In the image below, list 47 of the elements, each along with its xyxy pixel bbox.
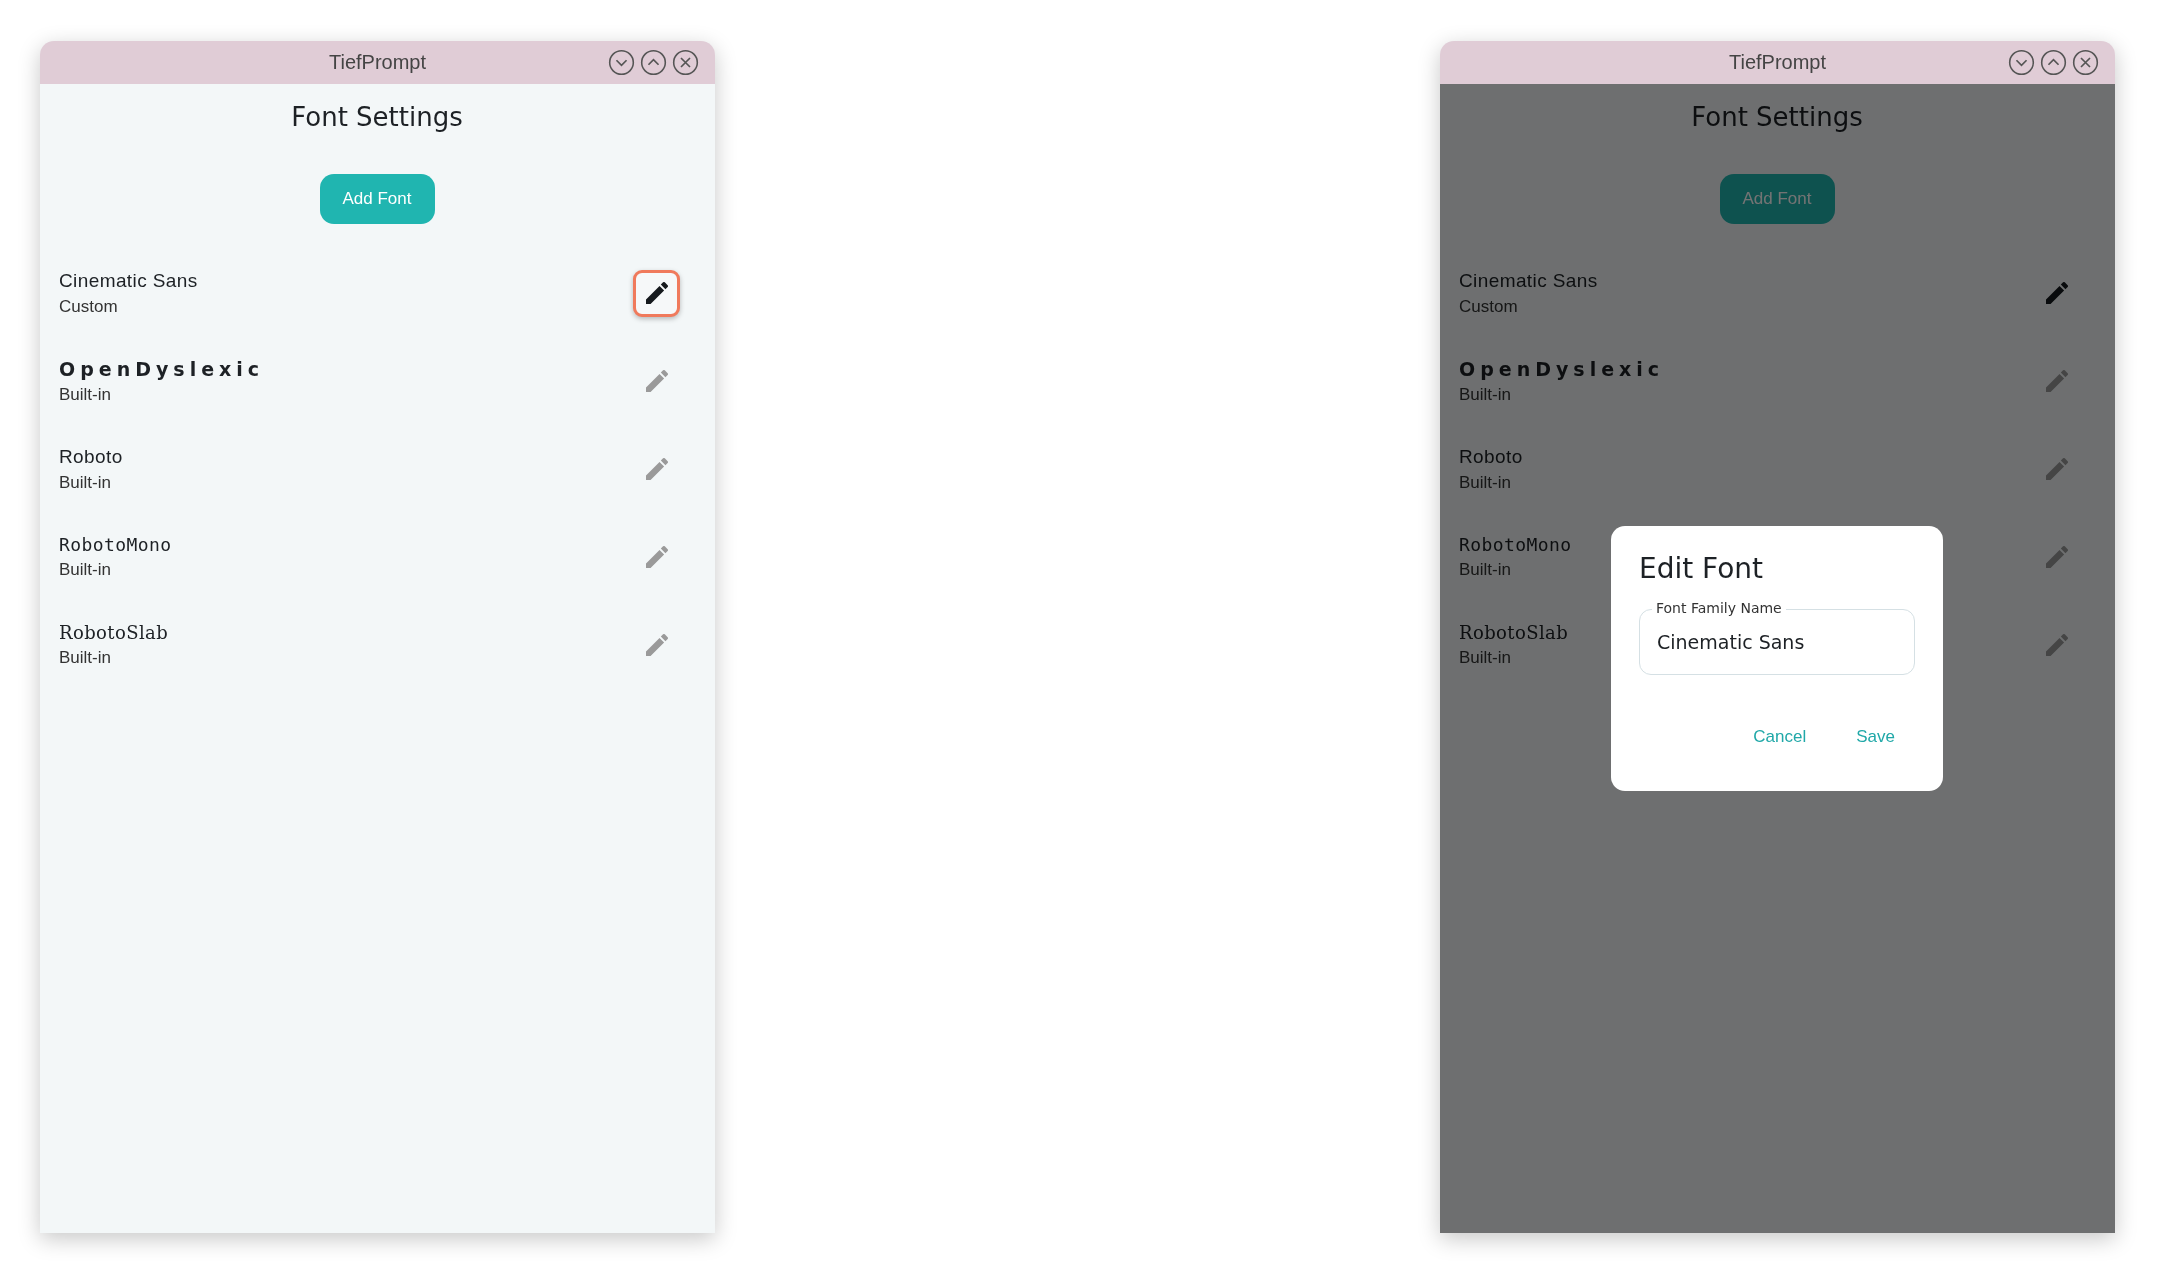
font-name: RobotoMono (1459, 534, 1572, 555)
pencil-icon (2045, 458, 2068, 480)
pencil-icon (2045, 282, 2068, 304)
pencil-icon (645, 546, 668, 568)
font-source: Built-in (1459, 384, 1512, 405)
pencil-icon (2045, 634, 2068, 656)
font-name: OpenDyslexic (59, 357, 265, 380)
close-icon[interactable] (2072, 49, 2099, 76)
pencil-icon (2045, 546, 2068, 568)
font-source: Built-in (59, 648, 112, 668)
font-source: Built-in (1459, 560, 1512, 580)
font-name: Roboto (59, 445, 123, 468)
pencil-icon (2045, 370, 2068, 392)
font-source: Custom (59, 296, 119, 317)
maximize-icon[interactable] (640, 49, 667, 76)
window-title: TiefPrompt (1728, 51, 1827, 74)
font-source: Built-in (59, 560, 112, 580)
minimize-icon[interactable] (608, 49, 635, 76)
add-font-button[interactable]: Add Font (1719, 174, 1835, 224)
page-heading: Font Settings (290, 102, 464, 132)
font-name: OpenDyslexic (1459, 357, 1665, 380)
font-name: Roboto (1459, 445, 1523, 468)
font-source: Built-in (59, 472, 112, 493)
pencil-icon (645, 370, 668, 392)
close-icon[interactable] (672, 49, 699, 76)
dialog-button[interactable]: Save (1850, 723, 1901, 751)
font-name: Cinematic Sans (1459, 269, 1598, 292)
pencil-icon (645, 282, 668, 304)
font-name: Cinematic Sans (59, 269, 198, 292)
pencil-icon (645, 634, 668, 656)
field-label: Font Family Name (1652, 600, 1786, 617)
dialog-title: Edit Font (1639, 552, 1765, 585)
dialog-button[interactable]: Cancel (1747, 723, 1813, 751)
font-source: Built-in (1459, 472, 1512, 493)
add-font-button[interactable]: Add Font (319, 174, 435, 224)
pencil-icon (645, 458, 668, 480)
font-source: Built-in (1459, 648, 1512, 668)
window-title: TiefPrompt (328, 51, 427, 74)
font-name: RobotoSlab (59, 622, 169, 643)
font-name: RobotoSlab (1459, 622, 1569, 643)
page-heading: Font Settings (1690, 102, 1864, 132)
edit-button[interactable] (633, 269, 680, 317)
font-name: RobotoMono (59, 534, 172, 555)
maximize-icon[interactable] (2040, 49, 2067, 76)
font-source: Built-in (59, 384, 112, 405)
font-source: Custom (1459, 296, 1519, 317)
minimize-icon[interactable] (2008, 49, 2035, 76)
